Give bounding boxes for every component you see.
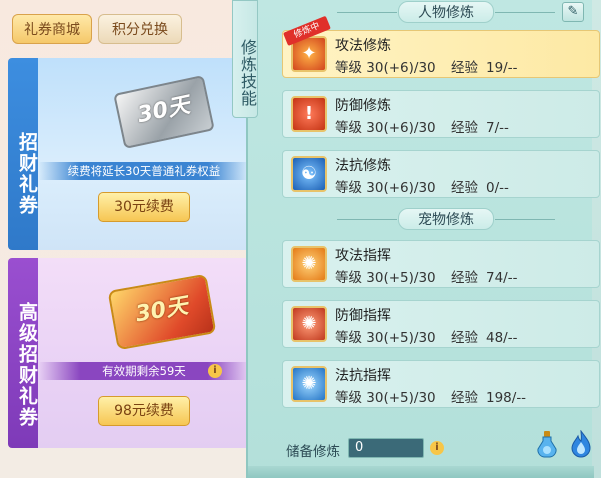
potion-icon[interactable] bbox=[536, 430, 558, 458]
premium-coupon-note-text: 有效期剩余59天 bbox=[102, 364, 186, 378]
shield-defense-icon: ! bbox=[291, 96, 327, 132]
info-icon[interactable]: i bbox=[430, 441, 444, 455]
normal-coupon-note-text: 续费将延长30天普通礼券权益 bbox=[67, 164, 221, 178]
paw-attack-icon: ✺ bbox=[291, 246, 327, 282]
edit-icon[interactable]: ✎ bbox=[562, 2, 584, 22]
skill-exp: 经验 19/-- bbox=[451, 60, 518, 76]
skill-row-pet-defense[interactable]: ✺ 防御指挥 等级 30(+5)/30 经验 48/-- bbox=[282, 300, 600, 348]
paw-resist-icon: ✺ bbox=[291, 366, 327, 402]
skill-level: 等级 30(+6)/30 bbox=[335, 180, 436, 196]
reserve-cultivation-label: 储备修炼 bbox=[286, 444, 340, 460]
paw-defense-icon: ✺ bbox=[291, 306, 327, 342]
skill-level: 等级 30(+5)/30 bbox=[335, 270, 436, 286]
info-icon[interactable]: i bbox=[208, 364, 222, 378]
pet-cultivation-header: 宠物修炼 bbox=[337, 208, 555, 230]
character-cultivation-header: 人物修炼 bbox=[337, 1, 555, 23]
tab-cultivation-skills[interactable]: 修炼技能 bbox=[232, 0, 258, 118]
skill-name: 防御修炼 bbox=[335, 98, 391, 114]
gold-ticket-icon: 30天 bbox=[107, 273, 217, 351]
silver-ticket-icon: 30天 bbox=[113, 75, 215, 149]
skill-row-pet-attack[interactable]: ✺ 攻法指挥 等级 30(+5)/30 经验 74/-- bbox=[282, 240, 600, 288]
tab-points-exchange[interactable]: 积分兑换 bbox=[98, 14, 182, 44]
skill-row-defense[interactable]: ! 防御修炼 等级 30(+6)/30 经验 7/-- bbox=[282, 90, 600, 138]
skill-row-attack[interactable]: ✦ 修炼中 攻法修炼 等级 30(+6)/30 经验 19/-- bbox=[282, 15, 600, 78]
skill-level: 等级 30(+6)/30 bbox=[335, 60, 436, 76]
skill-name: 法抗修炼 bbox=[335, 158, 391, 174]
tab-coupon-shop[interactable]: 礼券商城 bbox=[12, 14, 92, 44]
normal-coupon-card: 30天 续费将延长30天普通礼券权益 30元续费 bbox=[38, 58, 250, 250]
skill-row-resist[interactable]: ☯ 法抗修炼 等级 30(+6)/30 经验 0/-- bbox=[282, 150, 600, 198]
premium-coupon-card: 30天 有效期剩余59天 i 98元续费 bbox=[38, 258, 250, 448]
renew-98-button[interactable]: 98元续费 bbox=[98, 396, 190, 426]
cultivation-panel-body: 人物修炼 ✎ ✦ 修炼中 攻法修炼 等级 30(+6)/30 经验 19/-- !… bbox=[246, 0, 600, 478]
skill-exp: 经验 48/-- bbox=[451, 330, 518, 346]
skill-name: 法抗指挥 bbox=[335, 368, 391, 384]
skill-row-pet-resist[interactable]: ✺ 法抗指挥 等级 30(+5)/30 经验 198/-- bbox=[282, 360, 600, 408]
normal-coupon-banner: 招财礼券 bbox=[8, 58, 38, 250]
skill-exp: 经验 0/-- bbox=[451, 180, 509, 196]
flame-icon[interactable] bbox=[570, 430, 592, 458]
skill-name: 攻法修炼 bbox=[335, 38, 391, 54]
skill-exp: 经验 7/-- bbox=[451, 120, 509, 136]
skill-name: 攻法指挥 bbox=[335, 248, 391, 264]
skill-level: 等级 30(+5)/30 bbox=[335, 390, 436, 406]
panel-bottom-bar bbox=[248, 466, 594, 478]
renew-30-button[interactable]: 30元续费 bbox=[98, 192, 190, 222]
skill-level: 等级 30(+5)/30 bbox=[335, 330, 436, 346]
premium-coupon-note: 有效期剩余59天 i bbox=[38, 362, 250, 380]
skill-level: 等级 30(+6)/30 bbox=[335, 120, 436, 136]
skill-name: 防御指挥 bbox=[335, 308, 391, 324]
reserve-cultivation-value: 0 bbox=[348, 438, 424, 458]
cultivation-panel: 人物修炼 ✎ ✦ 修炼中 攻法修炼 等级 30(+6)/30 经验 19/-- !… bbox=[226, 0, 600, 478]
skill-exp: 经验 198/-- bbox=[451, 390, 527, 406]
yin-yang-resist-icon: ☯ bbox=[291, 156, 327, 192]
skill-exp: 经验 74/-- bbox=[451, 270, 518, 286]
normal-coupon-note: 续费将延长30天普通礼券权益 bbox=[38, 162, 250, 180]
premium-coupon-banner: 高级招财礼券 bbox=[8, 258, 38, 448]
